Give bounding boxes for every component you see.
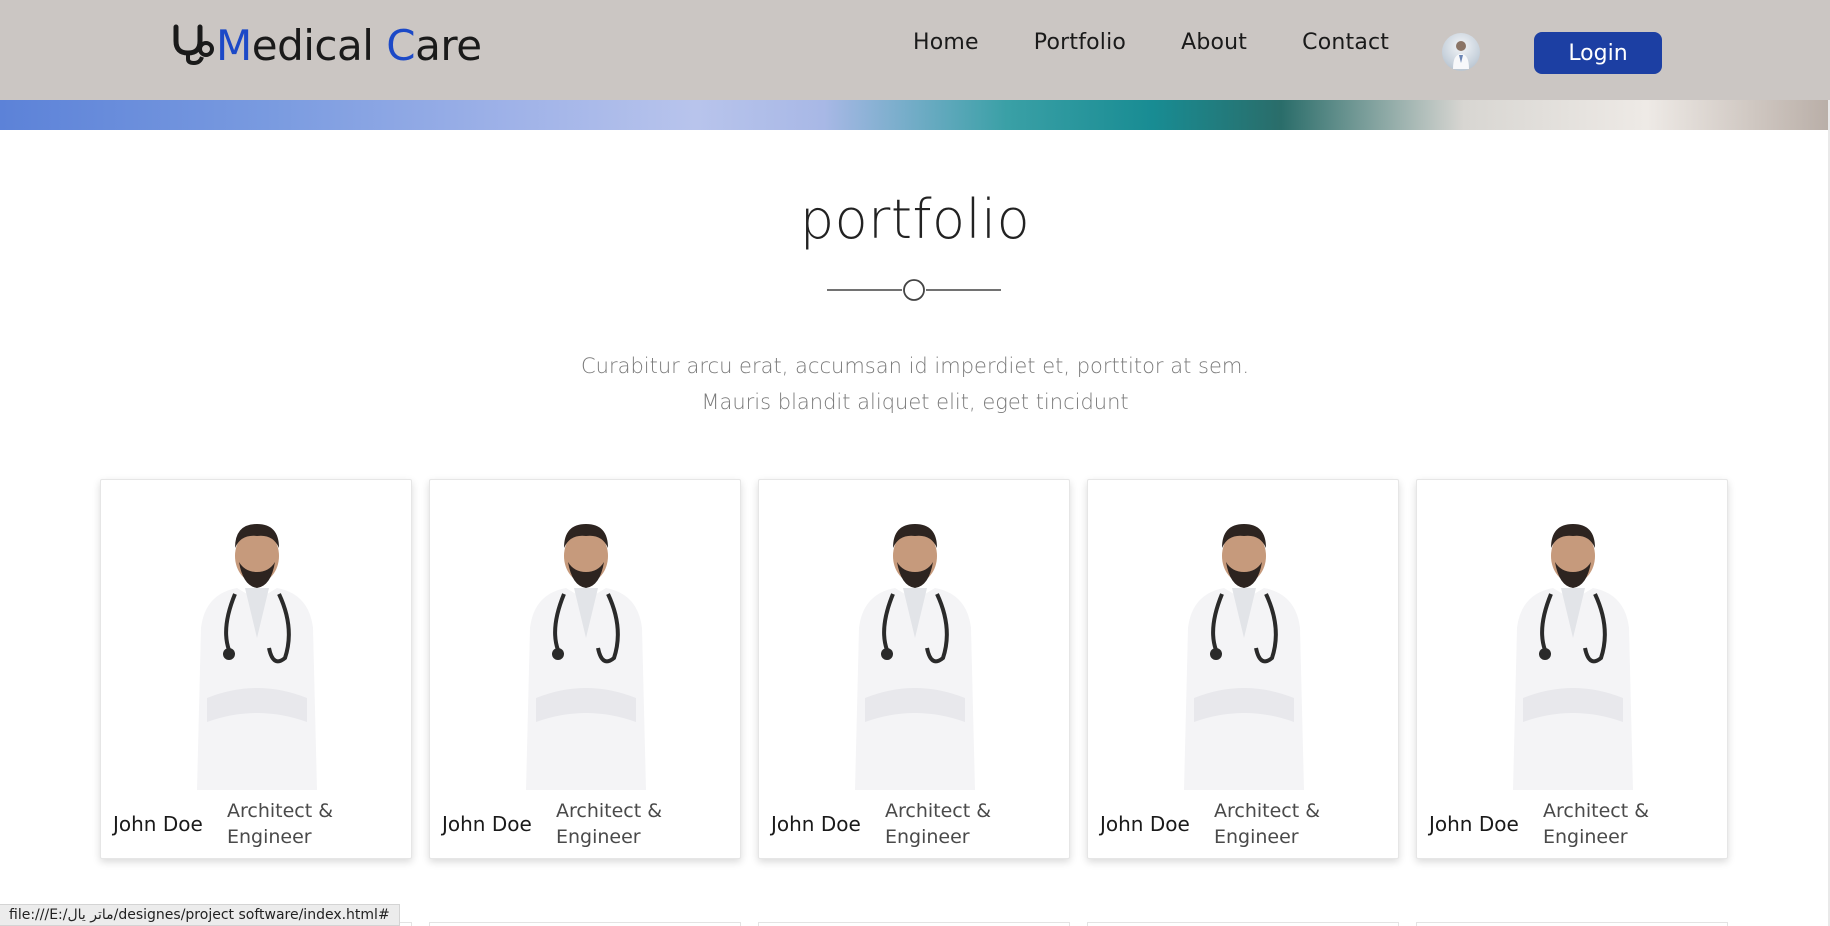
nav-home[interactable]: Home: [913, 30, 979, 55]
logo-text: Medical Care: [216, 20, 482, 70]
subtitle-line-2: Mauris blandit aliquet elit, eget tincid…: [701, 390, 1129, 414]
portfolio-card[interactable]: John Doe Architect & Engineer: [429, 479, 741, 859]
stethoscope-icon: [173, 24, 214, 66]
login-button[interactable]: Login: [1534, 32, 1662, 74]
portfolio-card[interactable]: John Doe Architect & Engineer: [100, 479, 412, 859]
doctor-photo: [1184, 524, 1304, 790]
browser-status-bar: file:///E:/ماتر يال/designes/project sof…: [0, 904, 400, 926]
card-name: John Doe: [113, 812, 203, 836]
circle-divider-icon: [827, 279, 1001, 301]
portfolio-card-partial: [758, 922, 1070, 926]
card-role: Architect & Engineer: [1543, 800, 1650, 848]
nav-portfolio[interactable]: Portfolio: [1034, 30, 1126, 55]
section-subtitle: Curabitur arcu erat, accumsan id imperdi…: [0, 348, 1830, 420]
portfolio-card-partial: [1416, 922, 1728, 926]
card-name: John Doe: [442, 812, 532, 836]
site-header: Medical Care Home Portfolio About Contac…: [0, 0, 1830, 100]
portfolio-card-partial: [429, 922, 741, 926]
doctor-photo: [526, 524, 646, 790]
card-name: John Doe: [1100, 812, 1190, 836]
card-role: Architect & Engineer: [885, 800, 992, 848]
portfolio-card[interactable]: John Doe Architect & Engineer: [1087, 479, 1399, 859]
portfolio-card-partial: [1087, 922, 1399, 926]
doctor-photo: [1513, 524, 1633, 790]
main-nav: Home Portfolio About Contact: [913, 30, 1444, 55]
hero-image-strip: [0, 100, 1830, 130]
portfolio-card[interactable]: John Doe Architect & Engineer: [1416, 479, 1728, 859]
doctor-photo: [855, 524, 975, 790]
user-avatar[interactable]: [1442, 33, 1480, 71]
nav-contact[interactable]: Contact: [1302, 30, 1389, 55]
section-title: portfolio: [799, 188, 1031, 251]
card-role: Architect & Engineer: [556, 800, 663, 848]
card-role: Architect & Engineer: [227, 800, 334, 848]
card-name: John Doe: [1429, 812, 1519, 836]
subtitle-line-1: Curabitur arcu erat, accumsan id imperdi…: [580, 354, 1249, 378]
doctor-photo: [197, 524, 317, 790]
doctor-avatar-icon: [1453, 41, 1469, 69]
card-name: John Doe: [771, 812, 861, 836]
portfolio-card[interactable]: John Doe Architect & Engineer: [758, 479, 1070, 859]
logo[interactable]: Medical Care: [170, 20, 482, 70]
portfolio-cards: John Doe Architect & Engineer John Doe A…: [100, 479, 1730, 859]
card-role: Architect & Engineer: [1214, 800, 1321, 848]
nav-about[interactable]: About: [1181, 30, 1247, 55]
